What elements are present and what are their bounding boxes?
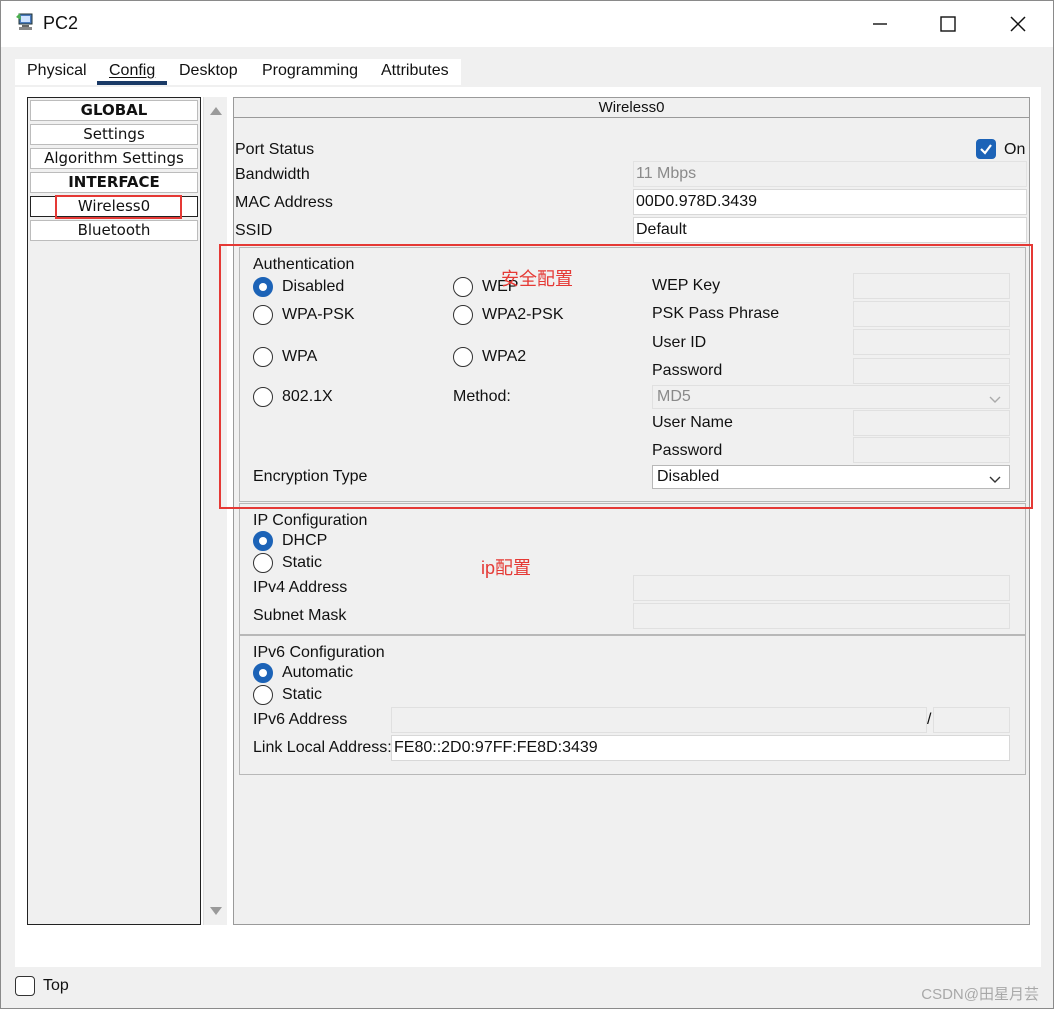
ipv4-address-label: IPv4 Address (253, 579, 348, 596)
watermark: CSDN@田星月芸 (921, 986, 1039, 1003)
ipv6-automatic-radio[interactable] (253, 663, 273, 683)
wireless0-panel: Wireless0 Port Status On Bandwidth 11 Mb… (233, 97, 1030, 925)
subnet-mask-field (633, 603, 1010, 629)
mac-address-label: MAC Address (235, 194, 333, 211)
link-local-address-field[interactable]: FE80::2D0:97FF:FE8D:3439 (391, 735, 1010, 761)
checkmark-icon (980, 144, 992, 155)
port-status-on-label: On (1004, 141, 1026, 158)
close-icon (1009, 15, 1027, 33)
ipv6-static-label: Static (282, 686, 323, 703)
scroll-up-arrow-icon[interactable] (210, 107, 222, 115)
ip-configuration-group: IP Configuration DHCP Static IPv4 Addres… (239, 503, 1026, 635)
ipv6-prefix-field (933, 707, 1010, 733)
tab-config[interactable]: Config (109, 62, 155, 80)
subnet-mask-label: Subnet Mask (253, 607, 347, 624)
maximize-button[interactable] (913, 1, 983, 47)
sidebar-header-interface[interactable]: INTERFACE (30, 172, 198, 193)
ipv6-configuration-group: IPv6 Configuration Automatic Static IPv6… (239, 635, 1026, 775)
ip-static-radio[interactable] (253, 553, 273, 573)
close-button[interactable] (983, 1, 1053, 47)
ssid-field[interactable]: Default (633, 217, 1027, 243)
sidebar-item-bluetooth[interactable]: Bluetooth (30, 220, 198, 241)
sidebar-scrollbar[interactable] (203, 97, 227, 925)
ipv6-address-label: IPv6 Address (253, 711, 348, 728)
wireless0-annotation-box (55, 195, 182, 219)
ip-dhcp-radio[interactable] (253, 531, 273, 551)
tab-physical[interactable]: Physical (27, 62, 87, 80)
sidebar-item-algorithm-settings[interactable]: Algorithm Settings (30, 148, 198, 169)
ipv6-static-radio[interactable] (253, 685, 273, 705)
security-annotation-box (219, 244, 1033, 509)
ssid-label: SSID (235, 222, 273, 239)
ipv6-address-field (391, 707, 927, 733)
tab-bar: Physical Config Desktop Programming Attr… (15, 59, 461, 85)
window-title: PC2 (43, 13, 79, 33)
ipv6-automatic-label: Automatic (282, 664, 354, 681)
port-status-checkbox[interactable] (976, 139, 996, 159)
tab-attributes[interactable]: Attributes (381, 62, 449, 80)
panel-title: Wireless0 (234, 98, 1029, 118)
ipv6-prefix-slash: / (927, 711, 932, 728)
top-checkbox[interactable] (15, 976, 35, 996)
bandwidth-field: 11 Mbps (633, 161, 1027, 187)
sidebar-item-settings[interactable]: Settings (30, 124, 198, 145)
pc2-window: PC2 Physical Config Desktop Programming … (0, 0, 1054, 1009)
port-status-label: Port Status (235, 141, 315, 158)
ip-annotation-label: ip配置 (481, 558, 532, 578)
minimize-button[interactable] (845, 1, 915, 47)
top-label: Top (43, 977, 69, 994)
maximize-icon (940, 16, 956, 32)
ipv6-configuration-title: IPv6 Configuration (253, 644, 385, 661)
mac-address-field[interactable]: 00D0.978D.3439 (633, 189, 1027, 215)
packet-tracer-pc-icon (15, 11, 37, 33)
minimize-icon (872, 16, 888, 32)
ip-dhcp-label: DHCP (282, 532, 328, 549)
sidebar-header-global[interactable]: GLOBAL (30, 100, 198, 121)
bandwidth-label: Bandwidth (235, 166, 310, 183)
tab-desktop[interactable]: Desktop (179, 62, 238, 80)
ip-static-label: Static (282, 554, 323, 571)
title-bar: PC2 (1, 1, 1053, 47)
security-annotation-label: 安全配置 (501, 269, 573, 289)
link-local-address-label: Link Local Address: (253, 739, 392, 756)
config-sidebar: GLOBAL Settings Algorithm Settings INTER… (27, 97, 201, 925)
ip-configuration-title: IP Configuration (253, 512, 368, 529)
scroll-down-arrow-icon[interactable] (210, 907, 222, 915)
active-tab-indicator (97, 81, 167, 85)
tab-programming[interactable]: Programming (262, 62, 358, 80)
ipv4-address-field (633, 575, 1010, 601)
